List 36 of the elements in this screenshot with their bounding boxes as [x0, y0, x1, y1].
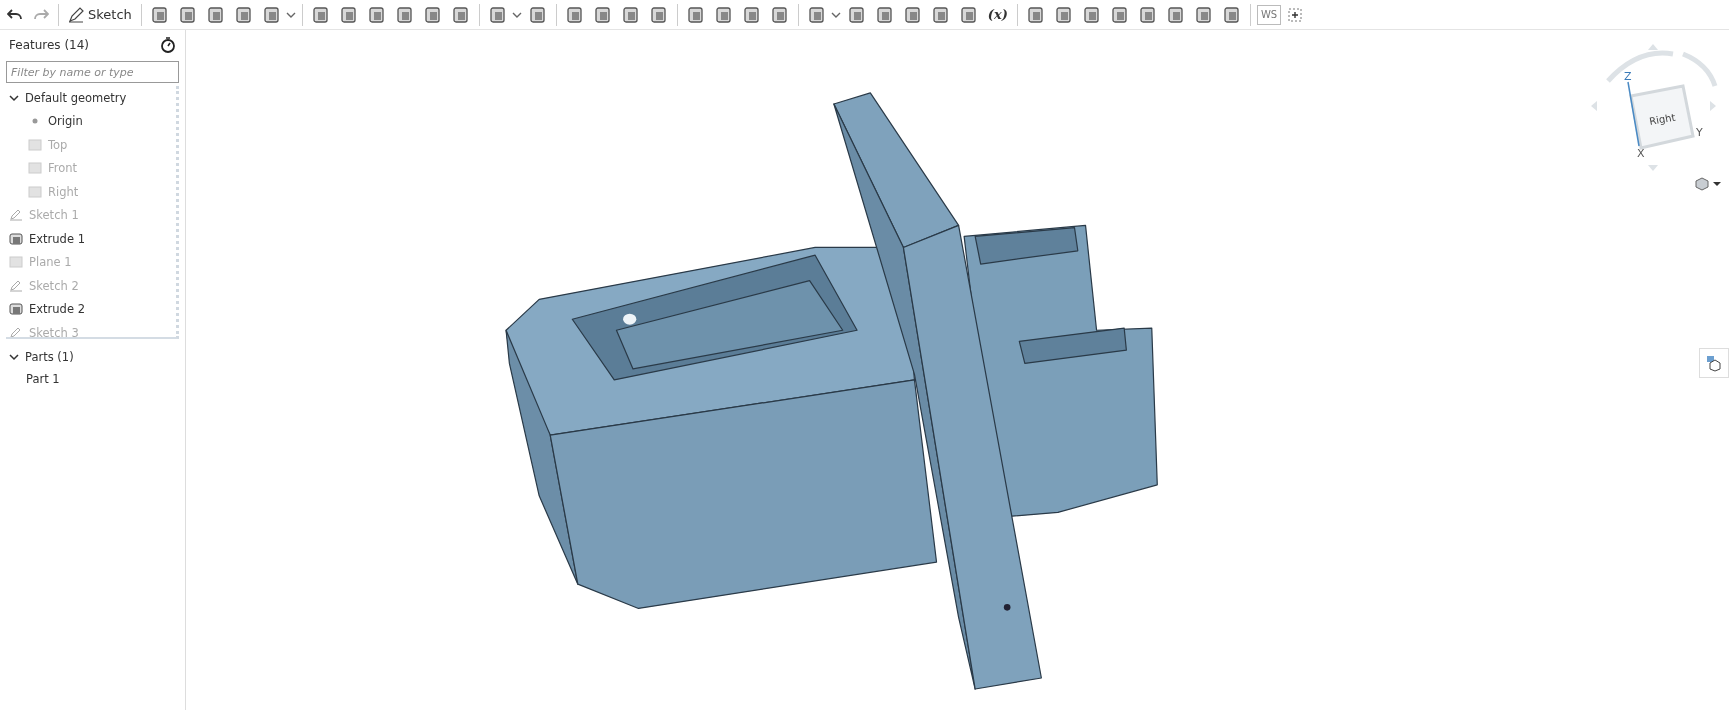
feature-item[interactable]: Extrude 2 [6, 297, 176, 321]
y-axis-label: Y [1696, 126, 1703, 139]
pencil-icon [9, 279, 23, 292]
chevron-icon[interactable] [9, 93, 19, 102]
workspace-button[interactable]: WS [1256, 4, 1282, 25]
extrude-icon [150, 5, 169, 24]
stopwatch-icon[interactable] [160, 36, 176, 54]
render-mode-button[interactable] [1699, 348, 1729, 378]
view-mode-button[interactable] [1694, 176, 1721, 192]
redo-icon [33, 7, 49, 22]
pencil-icon [68, 6, 84, 23]
tree-item[interactable]: Default geometry [6, 86, 176, 110]
feature-item[interactable]: Origin [6, 109, 176, 133]
cube-icon [1694, 176, 1710, 192]
cube-face-label[interactable]: Right [1648, 111, 1677, 127]
pencil-icon [9, 326, 23, 337]
parts-title[interactable]: Parts (1) [25, 349, 74, 364]
features-title: Features (14) [9, 38, 90, 52]
caret-icon[interactable] [830, 10, 841, 19]
caret-icon[interactable] [511, 10, 522, 19]
cube-grid-icon [1705, 354, 1723, 372]
feature-item[interactable]: Extrude 1 [6, 227, 176, 251]
plus-icon [1288, 7, 1303, 22]
caret-icon[interactable] [285, 10, 296, 19]
chevron-icon[interactable] [9, 352, 19, 361]
x-axis-label: X [1637, 147, 1645, 160]
undo-icon [7, 7, 23, 22]
variable-button[interactable]: (x) [984, 1, 1011, 28]
caret-icon [1713, 181, 1721, 187]
pencil-icon [9, 209, 23, 222]
part-item[interactable]: Part 1 [6, 368, 179, 389]
filter-field[interactable]: Filter by name or type [6, 61, 179, 83]
extrude-icon [9, 232, 23, 245]
sketch-button[interactable]: Sketch [65, 1, 135, 28]
extrude-icon [9, 303, 23, 316]
z-axis-label: Z [1624, 70, 1632, 83]
